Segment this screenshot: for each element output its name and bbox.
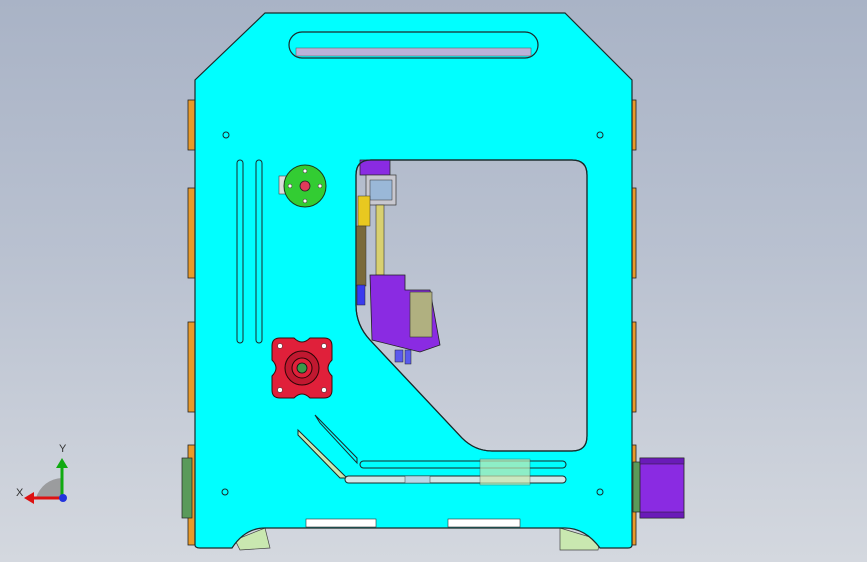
top-slot-inner	[295, 47, 532, 57]
triad-y-label: Y	[59, 443, 67, 455]
printer-frame-model[interactable]	[0, 0, 867, 562]
xyz-axis-triad-icon	[24, 458, 68, 504]
cad-viewport[interactable]: X Y	[0, 0, 867, 562]
stepper-motor-right	[639, 457, 685, 519]
red-motor-mount	[271, 337, 333, 399]
bottom-feet	[234, 527, 601, 551]
triad-x-label: X	[16, 487, 24, 499]
z-axis-assembly	[355, 159, 441, 365]
